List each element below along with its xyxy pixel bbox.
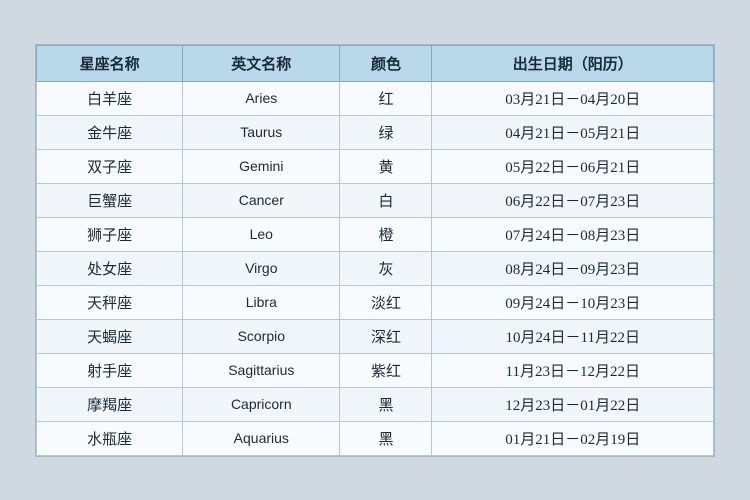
cell-dates: 05月22日－06月21日: [432, 149, 714, 183]
table-row: 摩羯座Capricorn黑12月23日－01月22日: [37, 387, 714, 421]
cell-dates: 08月24日－09月23日: [432, 251, 714, 285]
table-row: 双子座Gemini黄05月22日－06月21日: [37, 149, 714, 183]
cell-chinese-name: 天蝎座: [37, 319, 183, 353]
cell-dates: 10月24日－11月22日: [432, 319, 714, 353]
cell-chinese-name: 双子座: [37, 149, 183, 183]
table-row: 金牛座Taurus绿04月21日－05月21日: [37, 115, 714, 149]
cell-english-name: Virgo: [183, 251, 340, 285]
cell-dates: 12月23日－01月22日: [432, 387, 714, 421]
header-color: 颜色: [340, 45, 432, 81]
cell-english-name: Aquarius: [183, 421, 340, 455]
cell-color: 黑: [340, 387, 432, 421]
cell-dates: 04月21日－05月21日: [432, 115, 714, 149]
cell-english-name: Leo: [183, 217, 340, 251]
table-header-row: 星座名称 英文名称 颜色 出生日期（阳历）: [37, 45, 714, 81]
cell-chinese-name: 白羊座: [37, 81, 183, 115]
cell-chinese-name: 水瓶座: [37, 421, 183, 455]
table-row: 射手座Sagittarius紫红11月23日－12月22日: [37, 353, 714, 387]
cell-color: 橙: [340, 217, 432, 251]
header-dates: 出生日期（阳历）: [432, 45, 714, 81]
cell-english-name: Taurus: [183, 115, 340, 149]
cell-english-name: Aries: [183, 81, 340, 115]
cell-color: 黄: [340, 149, 432, 183]
header-chinese-name: 星座名称: [37, 45, 183, 81]
cell-dates: 06月22日－07月23日: [432, 183, 714, 217]
table-row: 水瓶座Aquarius黑01月21日－02月19日: [37, 421, 714, 455]
cell-color: 红: [340, 81, 432, 115]
cell-english-name: Capricorn: [183, 387, 340, 421]
cell-english-name: Cancer: [183, 183, 340, 217]
cell-english-name: Sagittarius: [183, 353, 340, 387]
cell-dates: 11月23日－12月22日: [432, 353, 714, 387]
cell-chinese-name: 天秤座: [37, 285, 183, 319]
cell-color: 黑: [340, 421, 432, 455]
cell-color: 白: [340, 183, 432, 217]
table-row: 狮子座Leo橙07月24日－08月23日: [37, 217, 714, 251]
cell-dates: 07月24日－08月23日: [432, 217, 714, 251]
table-row: 巨蟹座Cancer白06月22日－07月23日: [37, 183, 714, 217]
cell-color: 深红: [340, 319, 432, 353]
table-body: 白羊座Aries红03月21日－04月20日金牛座Taurus绿04月21日－0…: [37, 81, 714, 455]
cell-english-name: Scorpio: [183, 319, 340, 353]
table-row: 天秤座Libra淡红09月24日－10月23日: [37, 285, 714, 319]
cell-chinese-name: 处女座: [37, 251, 183, 285]
cell-english-name: Gemini: [183, 149, 340, 183]
cell-dates: 03月21日－04月20日: [432, 81, 714, 115]
cell-color: 淡红: [340, 285, 432, 319]
cell-chinese-name: 巨蟹座: [37, 183, 183, 217]
cell-chinese-name: 射手座: [37, 353, 183, 387]
cell-dates: 01月21日－02月19日: [432, 421, 714, 455]
cell-chinese-name: 金牛座: [37, 115, 183, 149]
table-row: 天蝎座Scorpio深红10月24日－11月22日: [37, 319, 714, 353]
zodiac-table: 星座名称 英文名称 颜色 出生日期（阳历） 白羊座Aries红03月21日－04…: [36, 45, 714, 456]
table-row: 白羊座Aries红03月21日－04月20日: [37, 81, 714, 115]
cell-chinese-name: 摩羯座: [37, 387, 183, 421]
cell-color: 绿: [340, 115, 432, 149]
header-english-name: 英文名称: [183, 45, 340, 81]
cell-chinese-name: 狮子座: [37, 217, 183, 251]
table-row: 处女座Virgo灰08月24日－09月23日: [37, 251, 714, 285]
cell-dates: 09月24日－10月23日: [432, 285, 714, 319]
cell-color: 灰: [340, 251, 432, 285]
cell-color: 紫红: [340, 353, 432, 387]
cell-english-name: Libra: [183, 285, 340, 319]
zodiac-table-container: 星座名称 英文名称 颜色 出生日期（阳历） 白羊座Aries红03月21日－04…: [35, 44, 715, 457]
